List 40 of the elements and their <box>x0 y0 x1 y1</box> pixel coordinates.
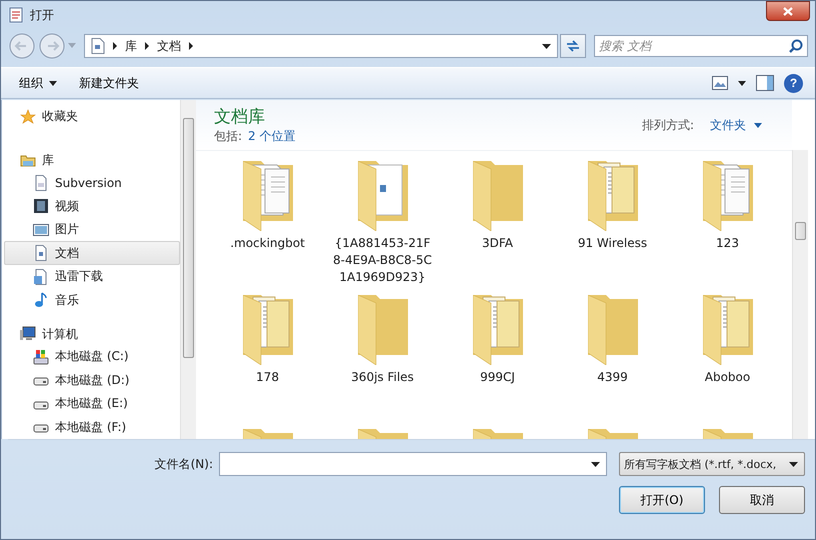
folder-item[interactable]: 123 <box>670 153 785 287</box>
sidebar-item[interactable]: 本地磁盘 (D:) <box>4 368 180 392</box>
sidebar-item[interactable]: 文档 <box>4 241 180 265</box>
sidebar-item[interactable]: 图片 <box>4 218 180 242</box>
sidebar-item[interactable]: 音乐 <box>4 288 180 312</box>
sidebar-item[interactable]: 本地磁盘 (F:) <box>4 416 180 439</box>
organize-menu-button[interactable]: 组织 <box>13 72 63 94</box>
new-folder-button[interactable]: 新建文件夹 <box>73 72 145 94</box>
library-title: 文档库 <box>214 106 266 128</box>
file-type-dropdown[interactable]: 所有写字板文档 (*.rtf, *.docx, <box>619 452 805 476</box>
folder-item[interactable]: Aboboo <box>670 287 785 421</box>
search-field[interactable]: 搜索 文档 <box>594 35 808 57</box>
folder-item[interactable]: {1A881453-21F8-4E9A-B8C8-5C1A1969D923} <box>325 153 440 287</box>
sidebar-group[interactable]: 计算机 <box>2 324 180 346</box>
folder-item[interactable]: 91 Wireless <box>555 153 670 287</box>
open-button[interactable]: 打开(O) <box>619 486 705 514</box>
folder-item[interactable]: 4399 <box>555 287 670 421</box>
folder-item[interactable]: 360js Files <box>325 287 440 421</box>
sidebar-item[interactable]: Subversion <box>4 170 180 194</box>
folder-item[interactable]: 178 <box>210 287 325 421</box>
address-segment[interactable]: 文档 <box>157 38 181 54</box>
sidebar-item[interactable]: 迅雷下载 <box>4 264 180 288</box>
filename-label: 文件名(N): <box>154 456 213 472</box>
sidebar-item[interactable]: 本地磁盘 (C:) <box>4 345 180 369</box>
sidebar-item[interactable]: 视频 <box>4 194 180 218</box>
cancel-button[interactable]: 取消 <box>719 486 805 514</box>
arrange-by-dropdown[interactable]: 文件夹 <box>710 116 762 134</box>
includes-label: 包括: <box>214 128 242 145</box>
sidebar-group[interactable]: 收藏夹 <box>2 106 180 128</box>
locations-link[interactable]: 2 个位置 <box>248 128 296 145</box>
window-title: 打开 <box>30 6 54 24</box>
sidebar-group[interactable]: 库 <box>2 149 180 171</box>
sidebar-item[interactable]: 本地磁盘 (E:) <box>4 392 180 416</box>
arrange-label: 排列方式: <box>642 116 694 134</box>
folder-item[interactable]: .mockingbot <box>210 153 325 287</box>
address-segment[interactable]: 库 <box>125 38 137 54</box>
help-button[interactable]: ? <box>784 74 803 92</box>
address-bar[interactable]: 库 文档 <box>84 34 558 58</box>
folder-item[interactable]: 3DFA <box>440 153 555 287</box>
folder-item[interactable]: 999CJ <box>440 287 555 421</box>
